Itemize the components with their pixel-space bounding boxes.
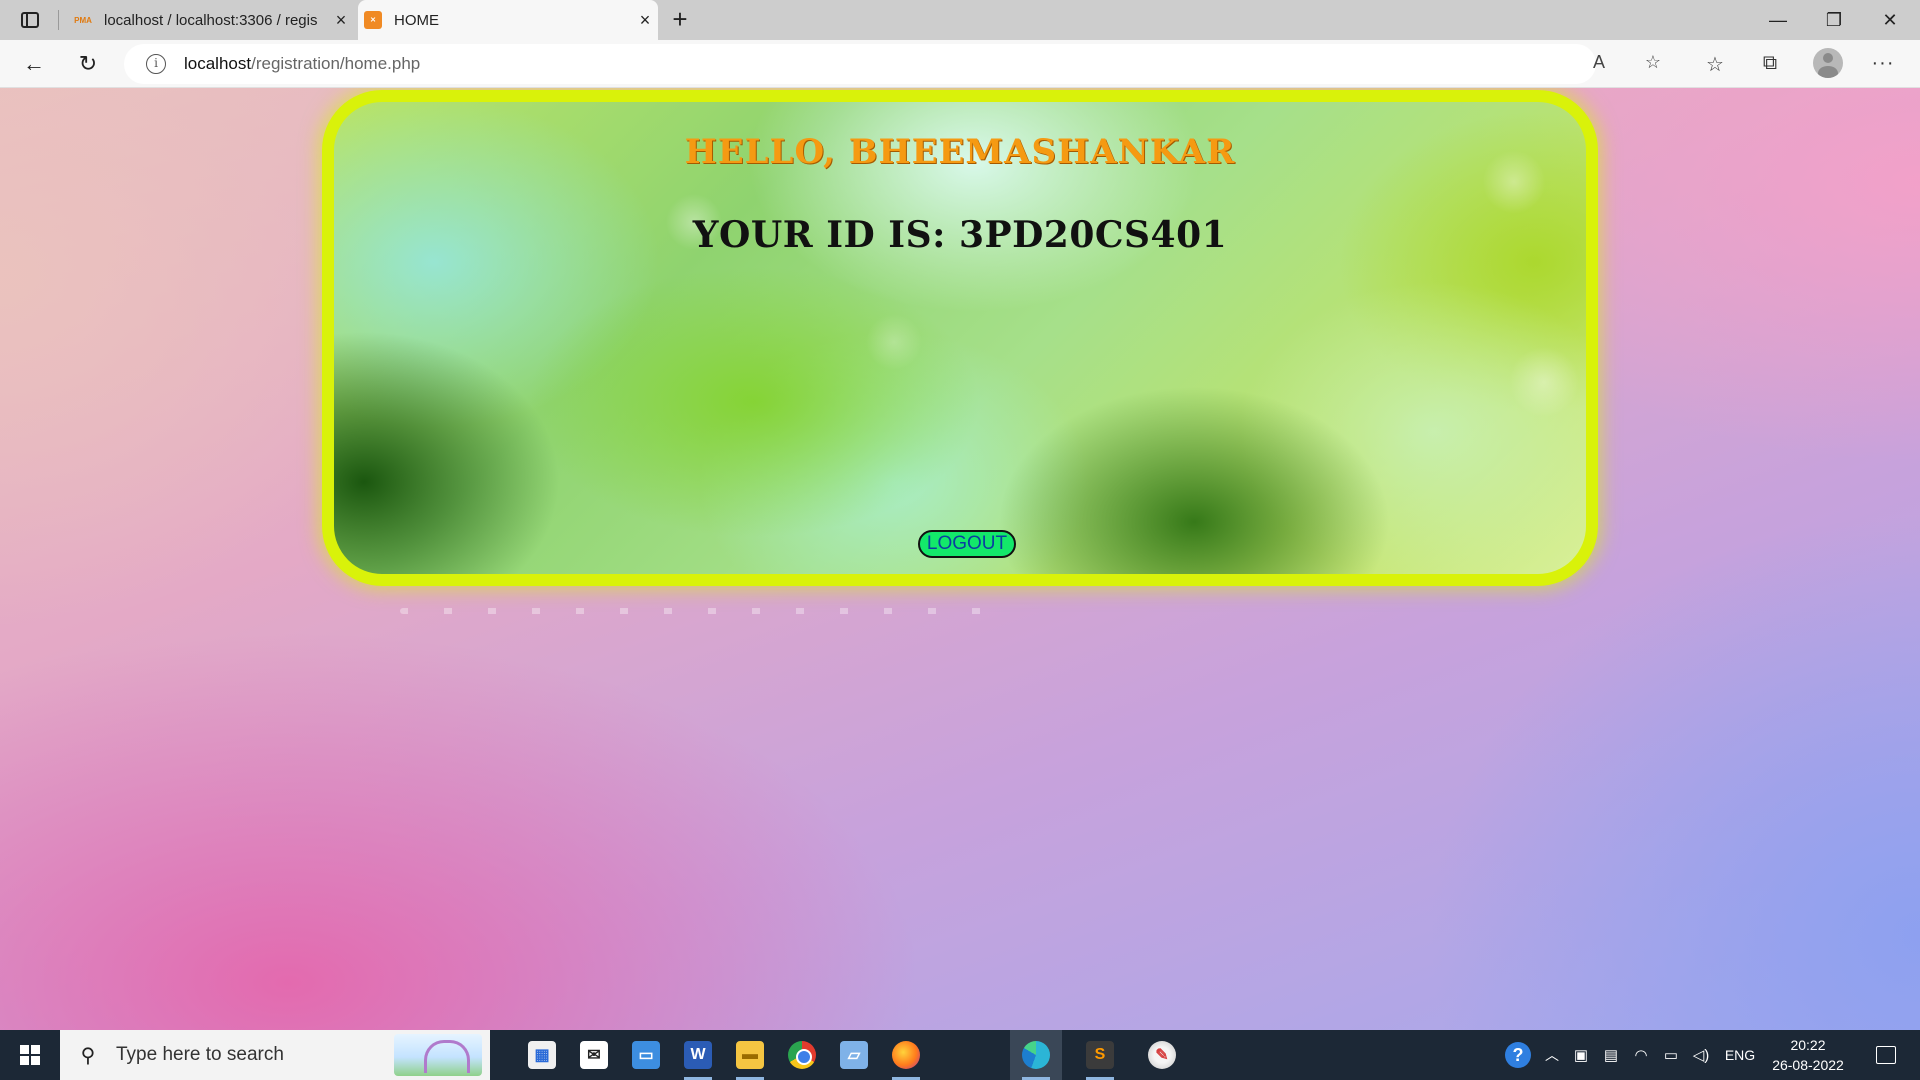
notifications-button[interactable]: [1866, 1030, 1906, 1080]
chrome-icon: [788, 1041, 816, 1069]
sublime-text-icon: S: [1086, 1041, 1114, 1069]
file-explorer-icon: ▬: [736, 1041, 764, 1069]
xampp-icon: ✕: [364, 11, 382, 29]
info-icon[interactable]: i: [146, 54, 166, 74]
taskbar-paint[interactable]: ✎: [1136, 1030, 1188, 1080]
refresh-icon: ↻: [78, 51, 98, 76]
refresh-button[interactable]: ↻: [72, 48, 104, 80]
tab-actions-button[interactable]: [14, 8, 46, 32]
taskbar-sublime[interactable]: S: [1074, 1030, 1126, 1080]
taskbar-chrome[interactable]: [776, 1030, 828, 1080]
taskbar-clock[interactable]: 20:22 26-08-2022: [1766, 1035, 1850, 1075]
taskbar-remote-desktop[interactable]: ▭: [620, 1030, 672, 1080]
taskbar-remote-app[interactable]: ▱: [828, 1030, 880, 1080]
taskbar-edge[interactable]: [1010, 1030, 1062, 1080]
tray-device-icon[interactable]: ▤: [1598, 1030, 1624, 1080]
tab-home[interactable]: ✕ HOME ×: [358, 0, 658, 40]
store-icon: ▦: [528, 1041, 556, 1069]
volume-icon[interactable]: ◁): [1688, 1030, 1714, 1080]
remote-app-icon: ▱: [840, 1041, 868, 1069]
tab-title: HOME: [394, 11, 439, 29]
chevron-up-icon: ︿: [1545, 1047, 1559, 1063]
collections-icon[interactable]: ⧉: [1757, 52, 1783, 76]
taskbar-file-explorer[interactable]: ▬: [724, 1030, 776, 1080]
notification-icon: [1876, 1046, 1896, 1064]
tab-actions-icon: [21, 12, 39, 28]
restore-button[interactable]: ❐: [1806, 0, 1862, 40]
url-text[interactable]: localhost/registration/home.php: [184, 54, 420, 74]
start-button[interactable]: [0, 1030, 60, 1080]
paint-icon: ✎: [1148, 1041, 1176, 1069]
search-highlight-image[interactable]: [394, 1034, 482, 1076]
welcome-card: HELLO, BHEEMASHANKAR YOUR ID IS: 3PD20CS…: [322, 90, 1598, 586]
search-placeholder: Type here to search: [116, 1044, 284, 1065]
clock-date: 26-08-2022: [1772, 1057, 1844, 1073]
read-aloud-icon[interactable]: A: [1586, 52, 1612, 76]
show-hidden-icons[interactable]: ︿: [1538, 1030, 1566, 1080]
tab-phpmyadmin[interactable]: PMA localhost / localhost:3306 / regis ×: [68, 0, 354, 40]
logout-button[interactable]: LOGOUT: [918, 530, 1016, 558]
word-icon: W: [684, 1041, 712, 1069]
close-icon[interactable]: ×: [632, 10, 658, 31]
window-close-button[interactable]: ✕: [1862, 0, 1918, 40]
taskbar-firefox[interactable]: [880, 1030, 932, 1080]
phpmyadmin-icon: PMA: [74, 15, 92, 25]
edge-icon: [1022, 1041, 1050, 1069]
battery-icon[interactable]: ▭: [1658, 1030, 1684, 1080]
new-tab-button[interactable]: +: [666, 6, 694, 34]
favorites-icon[interactable]: ☆: [1702, 52, 1728, 76]
tab-separator: [58, 10, 59, 30]
page-viewport: HELLO, BHEEMASHANKAR YOUR ID IS: 3PD20CS…: [0, 88, 1920, 1030]
remote-desktop-icon: ▭: [632, 1041, 660, 1069]
language-indicator[interactable]: ENG: [1722, 1030, 1758, 1080]
tray-help[interactable]: ?: [1502, 1030, 1534, 1080]
taskbar-mail[interactable]: ✉: [568, 1030, 620, 1080]
help-icon: ?: [1505, 1042, 1531, 1068]
close-icon[interactable]: ×: [328, 10, 354, 31]
profile-avatar[interactable]: [1813, 48, 1843, 78]
minimize-button[interactable]: —: [1750, 0, 1806, 40]
tab-title: localhost / localhost:3306 / regis: [104, 11, 318, 29]
address-bar[interactable]: i localhost/registration/home.php A ☆: [124, 44, 1661, 84]
mail-icon: ✉: [580, 1041, 608, 1069]
firefox-icon: [892, 1041, 920, 1069]
url-host: localhost: [184, 54, 252, 73]
add-favorite-icon[interactable]: ☆: [1640, 52, 1666, 76]
windows-icon: [20, 1045, 40, 1065]
background-decoration: [400, 608, 1000, 614]
user-id-heading: YOUR ID IS: 3PD20CS401: [692, 214, 1228, 256]
more-options-icon[interactable]: ···: [1870, 52, 1896, 76]
browser-toolbar: ← ↻ i localhost/registration/home.php A …: [0, 40, 1920, 88]
windows-taskbar: ⚲ Type here to search ▦ ✉ ▭ W ▬ ▱ S ✎ ? …: [0, 1030, 1920, 1080]
browser-tab-bar: PMA localhost / localhost:3306 / regis ×…: [0, 0, 1920, 40]
arrow-left-icon: ←: [23, 51, 45, 76]
taskbar-word[interactable]: W: [672, 1030, 724, 1080]
meet-now-icon[interactable]: ▣: [1568, 1030, 1594, 1080]
clock-time: 20:22: [1790, 1037, 1826, 1053]
url-path: /registration/home.php: [251, 54, 421, 73]
back-button[interactable]: ←: [18, 48, 50, 80]
wifi-icon[interactable]: ◠: [1628, 1030, 1654, 1080]
greeting-heading: HELLO, BHEEMASHANKAR: [684, 132, 1236, 172]
search-icon: ⚲: [80, 1044, 96, 1067]
taskbar-store[interactable]: ▦: [516, 1030, 568, 1080]
taskbar-search-box[interactable]: ⚲ Type here to search: [60, 1030, 490, 1080]
